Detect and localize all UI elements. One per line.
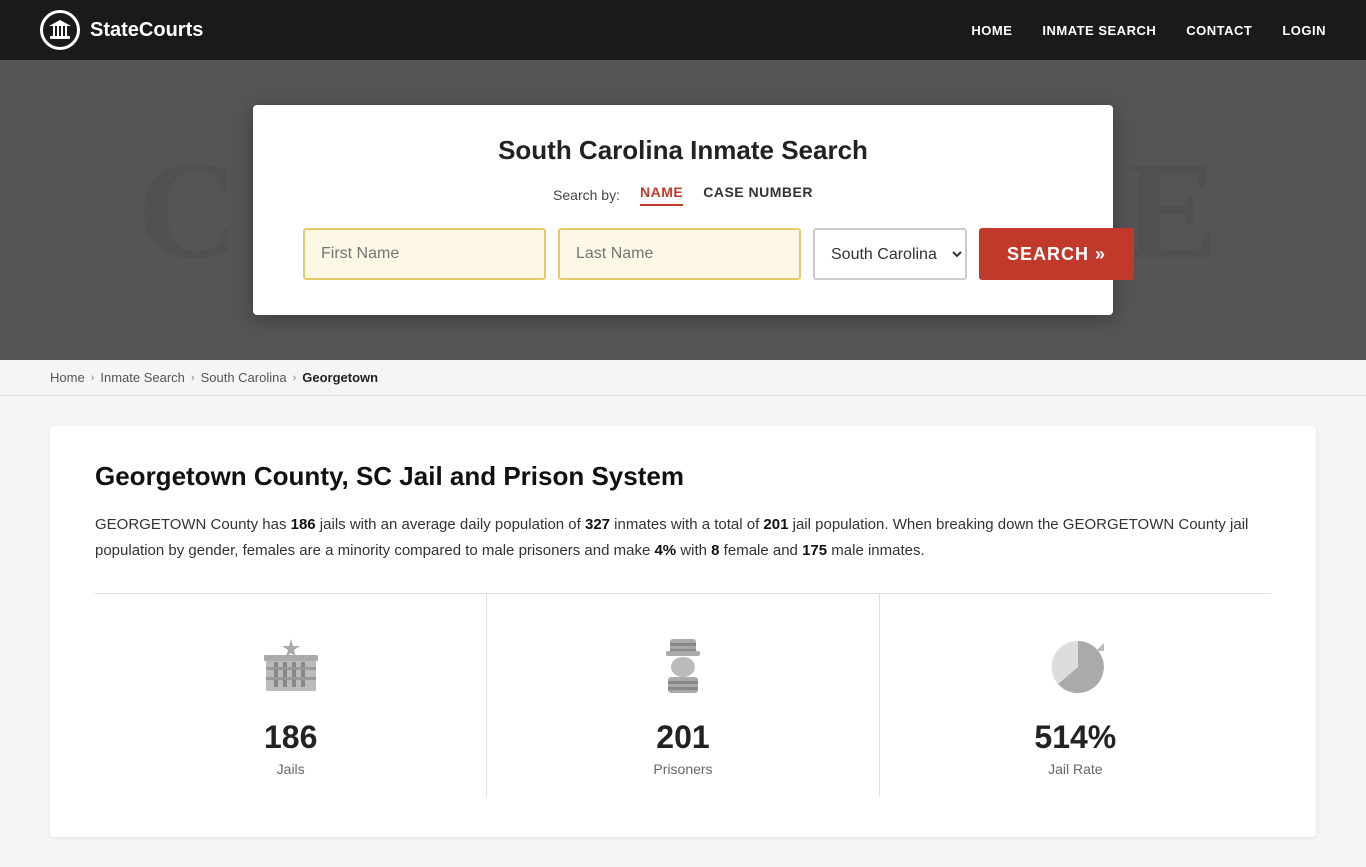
last-name-input[interactable]: [558, 228, 801, 280]
search-inputs-row: South Carolina Alabama Alaska Arizona Ar…: [303, 228, 1063, 280]
stat-jails-number: 186: [264, 719, 317, 756]
tab-case-number[interactable]: CASE NUMBER: [703, 184, 813, 206]
stat-jails-label: Jails: [277, 761, 305, 777]
desc-pct: 4%: [654, 542, 676, 559]
breadcrumb: Home › Inmate Search › South Carolina › …: [0, 360, 1366, 396]
stats-row: 186 Jails: [95, 593, 1271, 797]
breadcrumb-inmate-search[interactable]: Inmate Search: [100, 370, 185, 385]
breadcrumb-sep-3: ›: [293, 372, 297, 384]
nav-contact[interactable]: CONTACT: [1186, 23, 1252, 38]
hero-section: COURTHOUSE South Carolina Inmate Search …: [0, 60, 1366, 360]
content-card: Georgetown County, SC Jail and Prison Sy…: [50, 426, 1316, 837]
desc-male: 175: [802, 542, 827, 559]
search-card: South Carolina Inmate Search Search by: …: [253, 105, 1113, 315]
desc-text1: GEORGETOWN County has: [95, 516, 291, 533]
desc-total-pop: 201: [763, 516, 788, 533]
logo-text: StateCourts: [90, 19, 203, 42]
header: StateCourts HOME INMATE SEARCH CONTACT L…: [0, 0, 1366, 60]
search-by-label: Search by:: [553, 187, 620, 203]
breadcrumb-sep-2: ›: [191, 372, 195, 384]
breadcrumb-home[interactable]: Home: [50, 370, 85, 385]
nav-inmate-search[interactable]: INMATE SEARCH: [1042, 23, 1156, 38]
prisoner-icon: [643, 624, 723, 704]
content-title: Georgetown County, SC Jail and Prison Sy…: [95, 461, 1271, 492]
desc-avg-pop: 327: [585, 516, 610, 533]
content-description: GEORGETOWN County has 186 jails with an …: [95, 512, 1271, 563]
jail-icon: [251, 624, 331, 704]
desc-text6: female and: [720, 542, 803, 559]
search-button[interactable]: SEARCH »: [979, 228, 1134, 280]
main-nav: HOME INMATE SEARCH CONTACT LOGIN: [971, 23, 1326, 38]
desc-text7: male inmates.: [827, 542, 925, 559]
search-by-row: Search by: NAME CASE NUMBER: [303, 184, 1063, 206]
breadcrumb-current: Georgetown: [302, 370, 378, 385]
breadcrumb-sep-1: ›: [91, 372, 95, 384]
stat-prisoners-number: 201: [656, 719, 709, 756]
stat-prisoners: 201 Prisoners: [487, 594, 879, 797]
state-select[interactable]: South Carolina Alabama Alaska Arizona Ar…: [813, 228, 967, 280]
stat-jails: 186 Jails: [95, 594, 487, 797]
stat-jail-rate-number: 514%: [1034, 719, 1116, 756]
logo-icon: [40, 10, 80, 50]
desc-text3: inmates with a total of: [610, 516, 763, 533]
nav-home[interactable]: HOME: [971, 23, 1012, 38]
main-content: Georgetown County, SC Jail and Prison Sy…: [0, 396, 1366, 867]
breadcrumb-south-carolina[interactable]: South Carolina: [201, 370, 287, 385]
first-name-input[interactable]: [303, 228, 546, 280]
nav-login[interactable]: LOGIN: [1282, 23, 1326, 38]
desc-jails: 186: [291, 516, 316, 533]
pie-chart-icon: [1035, 624, 1115, 704]
search-card-title: South Carolina Inmate Search: [303, 135, 1063, 166]
stat-jail-rate-label: Jail Rate: [1048, 761, 1102, 777]
desc-text2: jails with an average daily population o…: [316, 516, 585, 533]
logo[interactable]: StateCourts: [40, 10, 203, 50]
desc-female: 8: [711, 542, 719, 559]
tab-name[interactable]: NAME: [640, 184, 683, 206]
stat-prisoners-label: Prisoners: [653, 761, 712, 777]
stat-jail-rate: 514% Jail Rate: [880, 594, 1271, 797]
desc-text5: with: [676, 542, 711, 559]
